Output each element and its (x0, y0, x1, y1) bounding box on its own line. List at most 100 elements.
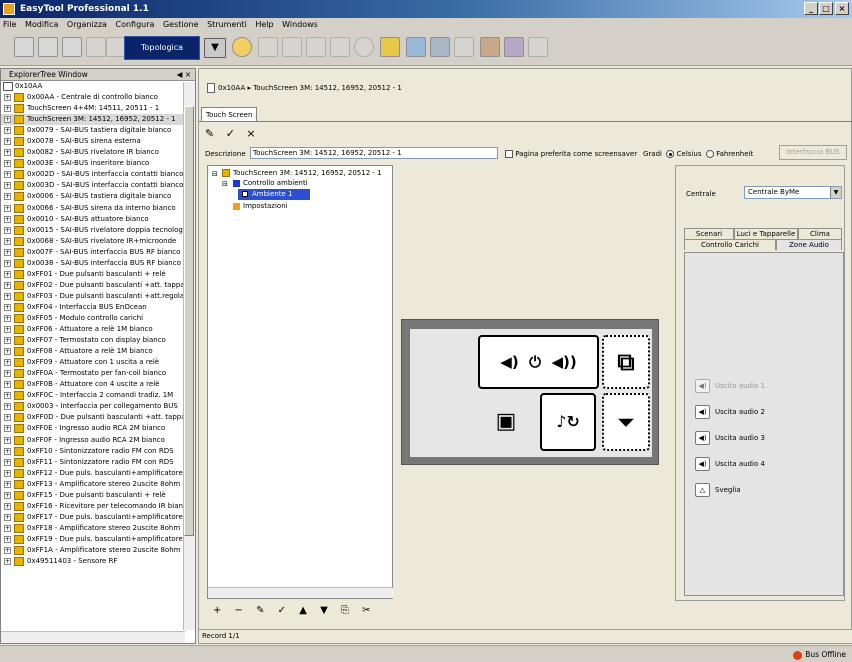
menu-help[interactable]: Help (255, 20, 273, 29)
minimize-button[interactable]: _ (804, 2, 818, 15)
gear-icon[interactable] (282, 37, 302, 57)
expand-icon[interactable]: + (4, 248, 11, 256)
expand-icon[interactable]: + (4, 491, 11, 499)
tree-device-item[interactable]: +0x49511403 - Sensore RF (1, 556, 195, 567)
tree-device-item[interactable]: +0x003E - SAI-BUS inseritore bianco (1, 158, 195, 169)
tab-luci-tapparelle[interactable]: Luci e Tapparelle (734, 228, 798, 239)
open-icon[interactable] (62, 37, 82, 57)
breadcrumb-root[interactable]: 0x10AA (218, 84, 245, 92)
tree-collapse-toggle[interactable]: ⊟ (212, 169, 218, 179)
report-icon[interactable] (528, 37, 548, 57)
expand-icon[interactable]: + (4, 182, 11, 190)
preferred-page-option[interactable]: Pagina preferita come screensaver (505, 148, 637, 160)
expand-icon[interactable]: + (4, 502, 11, 510)
tree-device-item[interactable]: +0x0068 - SAI-BUS rivelatore IR+microond… (1, 236, 195, 247)
save-icon[interactable] (106, 37, 126, 57)
audio-output-4[interactable]: Uscita audio 4 (715, 457, 765, 471)
tree-device-item[interactable]: +0x0066 - SAI-BUS sirena da interno bian… (1, 203, 195, 214)
expand-icon[interactable]: + (4, 447, 11, 455)
expand-icon[interactable]: + (4, 105, 11, 113)
radio-icon[interactable]: ▣ (478, 393, 534, 451)
expand-icon[interactable]: + (4, 237, 11, 245)
tree-device-item[interactable]: +0xFF01 - Due pulsanti basculanti + relè (1, 269, 195, 280)
expand-icon[interactable]: + (4, 469, 11, 477)
tree-device-item[interactable]: +0x003D - SAI-BUS interfaccia contatti b… (1, 180, 195, 191)
menu-modifica[interactable]: Modifica (25, 20, 58, 29)
tree-device-item[interactable]: +0xFF04 - Interfaccia BUS EnOcean (1, 302, 195, 313)
tree-device-item[interactable]: +0x0082 - SAI-BUS rivelatore IR bianco (1, 147, 195, 158)
tree-device-item[interactable]: +0xFF09 - Attuatore con 1 uscita a relè (1, 357, 195, 368)
expand-icon[interactable]: + (4, 546, 11, 554)
tree-device-item[interactable]: +0x0003 - Interfaccia per collegamento B… (1, 401, 195, 412)
expand-icon[interactable]: + (4, 524, 11, 532)
speaker-icon[interactable]: ◀) (695, 457, 710, 471)
alarm-sveglia[interactable]: Sveglia (715, 483, 741, 497)
explorer-vscrollbar[interactable] (183, 82, 195, 630)
explorer-hscrollbar[interactable] (1, 631, 185, 643)
expand-icon[interactable]: + (4, 171, 11, 179)
tree-device-item[interactable]: +0xFF19 - Due puls. basculanti+amplifica… (1, 534, 195, 545)
explorer-controls[interactable]: ◀ × (177, 69, 191, 81)
expand-icon[interactable]: + (4, 204, 11, 212)
maximize-button[interactable]: □ (819, 2, 833, 15)
sphere-icon[interactable] (354, 37, 374, 57)
audio-output-3[interactable]: Uscita audio 3 (715, 431, 765, 445)
tree-collapse-toggle[interactable]: ⊟ (222, 179, 228, 189)
expand-icon[interactable]: + (4, 337, 11, 345)
list-icon[interactable] (86, 37, 106, 57)
tree-device-item[interactable]: +0x0015 - SAI-BUS rivelatore doppia tecn… (1, 225, 195, 236)
disconnect-icon[interactable] (454, 37, 474, 57)
expand-icon[interactable]: + (4, 480, 11, 488)
expand-icon[interactable]: + (4, 292, 11, 300)
edit-actions[interactable]: ✎ ✓ × (205, 127, 260, 140)
tab-zone-audio[interactable]: Zone Audio (776, 239, 842, 250)
tree-device-item[interactable]: +0xFF13 - Amplificatore stereo 2uscite 8… (1, 479, 195, 490)
tree-device-item[interactable]: +0xFF0A - Termostato per fan-coil bianco (1, 368, 195, 379)
tree-device-item[interactable]: +0xFF0D - Due pulsanti basculanti +att. … (1, 412, 195, 423)
tree-device-item[interactable]: +0xFF17 - Due puls. basculanti+amplifica… (1, 512, 195, 523)
expand-icon[interactable]: + (4, 226, 11, 234)
tab-scenari[interactable]: Scenari (684, 228, 734, 239)
tree-device-item[interactable]: +0xFF03 - Due pulsanti basculanti +att.r… (1, 291, 195, 302)
tree-root-node[interactable]: TouchScreen 3M: 14512, 16952, 20512 - 1 (233, 168, 382, 178)
expand-icon[interactable]: + (4, 281, 11, 289)
speaker-icon[interactable]: ◀) (695, 431, 710, 445)
tree-device-item[interactable]: +0xFF07 - Termostato con display bianco (1, 335, 195, 346)
tab-controllo-carichi[interactable]: Controllo Carichi (684, 239, 776, 250)
tree-device-item[interactable]: +0xFF08 - Attuatore a relè 1M bianco (1, 346, 195, 357)
tree-device-item[interactable]: +0xFF0B - Attuatore con 4 uscite a relè (1, 379, 195, 390)
network-icon[interactable] (306, 37, 326, 57)
expand-icon[interactable]: + (4, 193, 11, 201)
expand-icon[interactable]: + (4, 94, 11, 102)
expand-icon[interactable]: + (4, 303, 11, 311)
tree-device-item[interactable]: +0xFF0F - Ingresso audio RCA 2M bianco (1, 435, 195, 446)
tree-device-item[interactable]: +0xFF15 - Due pulsanti basculanti + relè (1, 490, 195, 501)
tree-device-item[interactable]: +0xFF05 - Modulo controllo carichi (1, 313, 195, 324)
tree-device-item[interactable]: +0x0079 - SAI-BUS tastiera digitale bian… (1, 125, 195, 136)
expand-icon[interactable]: + (4, 270, 11, 278)
close-button[interactable]: × (835, 2, 849, 15)
view-topologica-button[interactable]: Topologica (124, 36, 200, 60)
funnel-icon[interactable]: ⏷ (602, 393, 650, 451)
tree-device-item[interactable]: +0xFF11 - Sintonizzatore radio FM con RD… (1, 457, 195, 468)
speaker-icon[interactable]: ◀) (695, 379, 710, 393)
tree-root[interactable]: 0x10AA (1, 81, 195, 92)
new-icon[interactable] (14, 37, 34, 57)
expand-icon[interactable]: + (4, 458, 11, 466)
expand-icon[interactable]: + (4, 558, 11, 566)
menu-windows[interactable]: Windows (282, 20, 318, 29)
music-repeat-icon[interactable]: ♪↻ (540, 393, 596, 451)
tree-device-item[interactable]: +0xFF10 - Sintonizzatore radio FM con RD… (1, 446, 195, 457)
expand-icon[interactable]: + (4, 326, 11, 334)
menu-gestione[interactable]: Gestione (163, 20, 199, 29)
tree-buttons[interactable]: + − ✎ ✓ ▲ ▼ ⎘ ✂ (213, 605, 376, 616)
tree-hscrollbar[interactable] (208, 587, 394, 598)
expand-icon[interactable]: + (4, 414, 11, 422)
menu-configura[interactable]: Configura (116, 20, 155, 29)
audio-control-button[interactable]: ◀) ⏻ ◀)) (478, 335, 599, 389)
expand-icon[interactable]: + (4, 215, 11, 223)
fahrenheit-radio[interactable] (705, 150, 714, 158)
tree-controllo-ambienti[interactable]: Controllo ambienti (243, 178, 308, 188)
upload-icon[interactable] (380, 37, 400, 57)
tree-device-item[interactable]: +0xFF0C - Interfaccia 2 comandi tradiz. … (1, 390, 195, 401)
